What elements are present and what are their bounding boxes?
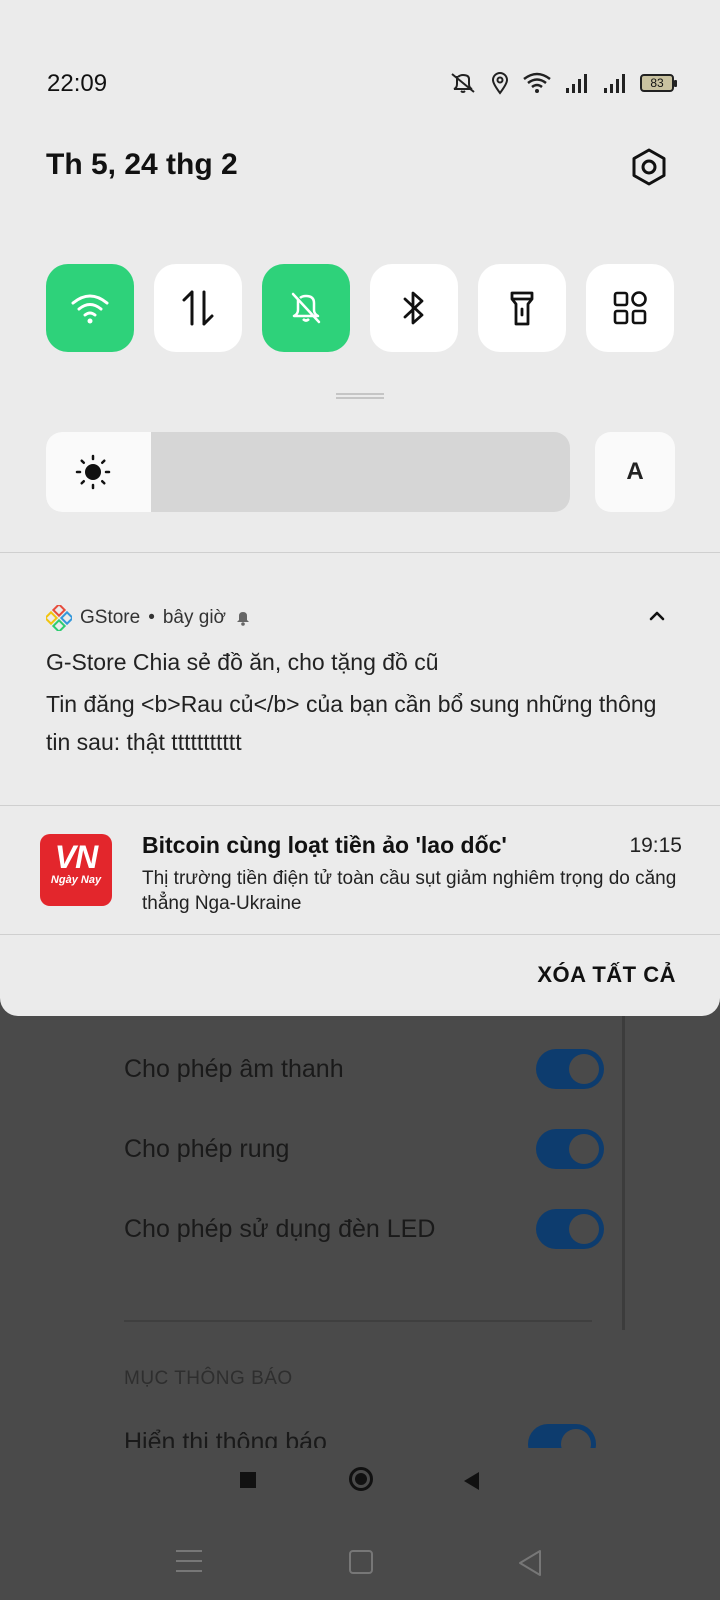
gstore-logo-icon	[46, 605, 72, 631]
date-label: Th 5, 24 thg 2	[46, 148, 238, 181]
battery-icon: 83	[640, 74, 677, 92]
tile-bluetooth[interactable]	[370, 264, 458, 352]
divider	[0, 934, 720, 935]
vn-ngay-nay-logo: VN Ngày Nay	[40, 834, 112, 906]
notification-title: Bitcoin cùng loạt tiền ảo 'lao dốc'	[142, 832, 507, 858]
notification-header: GStore • bây giờ	[46, 605, 252, 631]
stop-icon[interactable]	[240, 1472, 256, 1488]
clear-all-button[interactable]: XÓA TẤT CẢ	[537, 962, 676, 988]
setting-label: Cho phép rung	[124, 1134, 290, 1163]
location-icon	[491, 72, 509, 95]
notification-shade: 22:09 83 Th 5, 24 thg 2 A GStore • bây g…	[0, 0, 720, 1016]
bell-off-icon	[291, 292, 321, 324]
wifi-icon	[523, 72, 551, 93]
sound-toggle[interactable]	[536, 1049, 604, 1089]
record-icon[interactable]	[349, 1467, 373, 1491]
status-bar: 22:09 83	[0, 66, 720, 102]
back-icon[interactable]	[517, 1548, 543, 1578]
led-toggle[interactable]	[536, 1209, 604, 1249]
chevron-up-icon[interactable]	[648, 609, 666, 621]
data-arrows-icon	[182, 290, 214, 326]
tile-more[interactable]	[586, 264, 674, 352]
recents-icon[interactable]	[176, 1550, 202, 1572]
vibrate-toggle[interactable]	[536, 1129, 604, 1169]
notification-body: Tin đăng <b>Rau củ</b> của bạn cần bổ su…	[46, 691, 657, 755]
settings-icon[interactable]	[628, 146, 670, 188]
notification-gstore[interactable]: GStore • bây giờ G-Store Chia sẻ đồ ăn, …	[0, 553, 720, 805]
drag-handle[interactable]	[336, 393, 384, 399]
setting-row-vibrate[interactable]: Cho phép rung	[124, 1124, 604, 1174]
tile-wifi[interactable]	[46, 264, 134, 352]
setting-label: Cho phép sử dụng đèn LED	[124, 1214, 436, 1243]
signal-icon	[604, 74, 625, 93]
app-nav-bar	[0, 1462, 720, 1502]
sun-icon	[75, 454, 111, 490]
back-triangle-icon[interactable]	[464, 1472, 479, 1490]
signal-icon	[566, 74, 587, 93]
bluetooth-icon	[403, 291, 424, 325]
quick-settings-tiles	[46, 264, 676, 352]
system-nav-bar	[0, 1520, 720, 1600]
tile-silent[interactable]	[262, 264, 350, 352]
setting-label: Hiển thị thông báo	[124, 1428, 327, 1448]
home-icon[interactable]	[349, 1550, 373, 1574]
dot-separator: •	[148, 607, 155, 628]
notification-time: bây giờ	[162, 607, 227, 628]
auto-brightness-button[interactable]: A	[595, 432, 675, 512]
notification-time: 19:15	[629, 834, 682, 857]
tile-mobile-data[interactable]	[154, 264, 242, 352]
scrollbar	[622, 1000, 625, 1330]
section-header: MỤC THÔNG BÁO	[124, 1368, 293, 1389]
app-name: GStore	[80, 607, 141, 628]
notification-body: Thị trường tiền điện tử toàn cầu sụt giả…	[142, 868, 677, 914]
notification-title: G-Store Chia sẻ đồ ăn, cho tặng đồ cũ	[46, 649, 439, 675]
bell-icon	[237, 612, 250, 626]
setting-label: Cho phép âm thanh	[124, 1054, 344, 1083]
setting-row-sound[interactable]: Cho phép âm thanh	[124, 1044, 604, 1094]
tile-flashlight[interactable]	[478, 264, 566, 352]
wifi-icon	[71, 294, 109, 324]
mute-icon	[451, 73, 475, 93]
brightness-slider[interactable]	[46, 432, 570, 512]
setting-row-led[interactable]: Cho phép sử dụng đèn LED	[124, 1204, 604, 1254]
grid-icon	[613, 291, 647, 325]
show-notification-toggle[interactable]	[528, 1424, 596, 1448]
flashlight-icon	[510, 291, 534, 326]
clock: 22:09	[47, 70, 108, 97]
divider	[124, 1320, 592, 1322]
notification-vnnn[interactable]: VN Ngày Nay Bitcoin cùng loạt tiền ảo 'l…	[0, 806, 720, 934]
